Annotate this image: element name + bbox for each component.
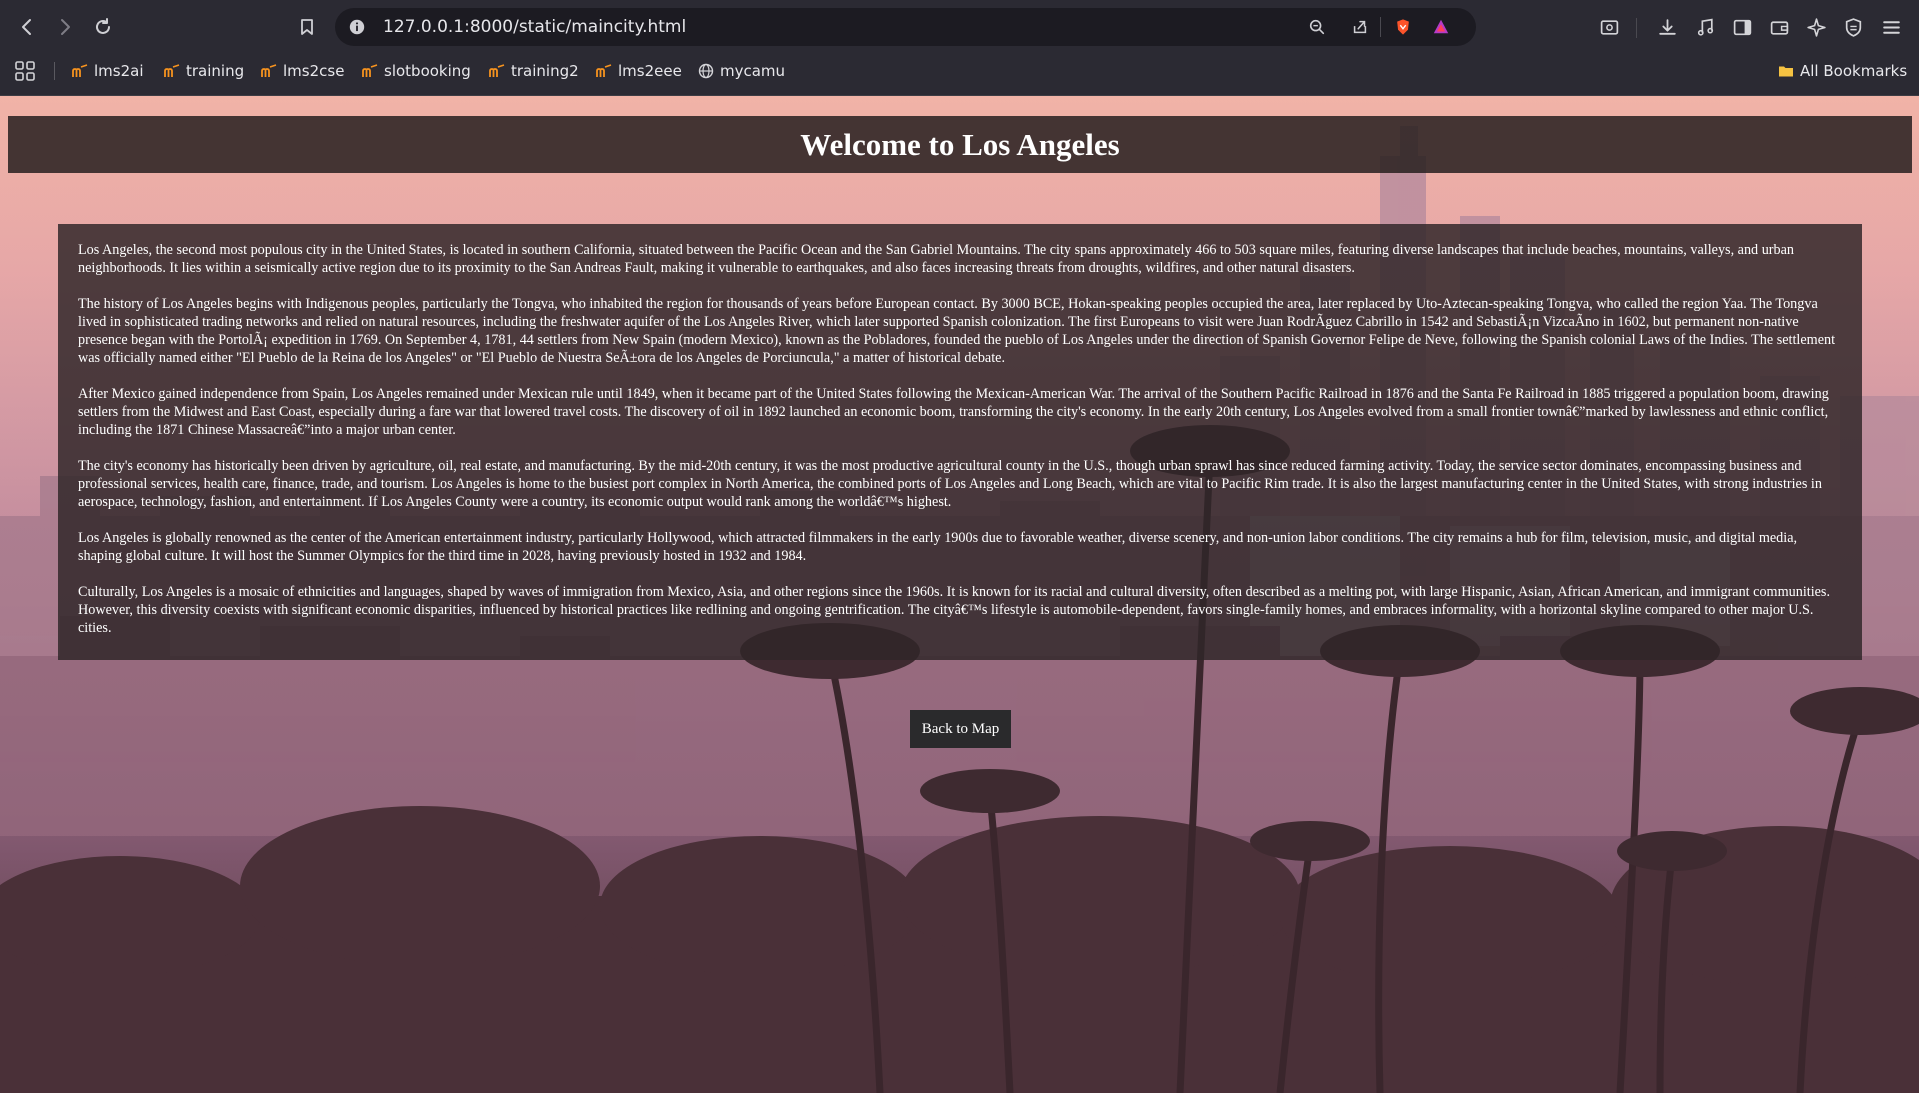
moodle-icon — [596, 63, 612, 79]
moodle-icon — [72, 63, 88, 79]
leo-ai-icon[interactable] — [1803, 14, 1829, 40]
sidebar-icon[interactable] — [1729, 14, 1755, 40]
download-icon[interactable] — [1654, 14, 1680, 40]
bookmark-label: training — [186, 62, 245, 80]
moodle-icon — [164, 63, 180, 79]
apps-grid-icon[interactable] — [14, 60, 36, 82]
bookmark-label: mycamu — [720, 62, 786, 80]
bookmark-icon[interactable] — [292, 12, 322, 42]
paragraph-history: The history of Los Angeles begins with I… — [78, 296, 1836, 366]
share-icon[interactable] — [1350, 17, 1370, 37]
bookmark-label: slotbooking — [384, 62, 471, 80]
folder-icon — [1778, 63, 1794, 79]
all-bookmarks-folder[interactable]: All Bookmarks — [1778, 58, 1907, 84]
back-arrow-icon[interactable] — [12, 12, 42, 42]
vpn-icon[interactable] — [1840, 14, 1866, 40]
moodle-icon — [261, 63, 277, 79]
bookmark-lms2eee[interactable]: lms2eee — [596, 58, 682, 84]
zoom-icon[interactable] — [1307, 17, 1327, 37]
bookmark-training2[interactable]: training2 — [489, 58, 579, 84]
wallet-icon[interactable] — [1766, 14, 1792, 40]
brave-rewards-icon[interactable] — [1431, 17, 1451, 37]
all-bookmarks-label: All Bookmarks — [1800, 62, 1908, 80]
bookmark-label: lms2eee — [618, 62, 682, 80]
paragraph-growth: After Mexico gained independence from Sp… — [78, 386, 1829, 438]
paragraph-entertainment: Los Angeles is globally renowned as the … — [78, 530, 1798, 564]
city-description-panel: Los Angeles, the second most populous ci… — [58, 224, 1862, 660]
bookmarks-divider — [54, 62, 55, 80]
bookmark-label: training2 — [511, 62, 579, 80]
address-bar[interactable]: 127.0.0.1:8000/static/maincity.html — [335, 8, 1476, 46]
bookmark-label: lms2ai — [94, 62, 144, 80]
back-to-map-button[interactable]: Back to Map — [910, 710, 1011, 748]
media-icon[interactable] — [1692, 14, 1718, 40]
globe-icon — [698, 63, 714, 79]
page-title: Welcome to Los Angeles — [800, 126, 1120, 162]
url-text: 127.0.0.1:8000/static/maincity.html — [383, 17, 687, 37]
toolbar-divider — [1636, 18, 1637, 38]
bookmark-slotbooking[interactable]: slotbooking — [362, 58, 471, 84]
reload-icon[interactable] — [88, 12, 118, 42]
bookmark-lms2cse[interactable]: lms2cse — [261, 58, 344, 84]
paragraph-culture: Culturally, Los Angeles is a mosaic of e… — [78, 584, 1831, 636]
bookmark-lms2ai[interactable]: lms2ai — [72, 58, 144, 84]
site-info-icon[interactable] — [347, 17, 367, 37]
moodle-icon — [362, 63, 378, 79]
bookmark-mycamu[interactable]: mycamu — [698, 58, 785, 84]
page-viewport: Welcome to Los Angeles Los Angeles, the … — [0, 96, 1919, 1093]
browser-toolbar: 127.0.0.1:8000/static/maincity.html — [0, 0, 1919, 54]
moodle-icon — [489, 63, 505, 79]
url-divider — [1380, 17, 1381, 37]
paragraph-geography: Los Angeles, the second most populous ci… — [78, 242, 1794, 276]
paragraph-economy: The city's economy has historically been… — [78, 458, 1822, 510]
forward-arrow-icon[interactable] — [50, 12, 80, 42]
menu-icon[interactable] — [1878, 14, 1904, 40]
bookmark-label: lms2cse — [283, 62, 345, 80]
screenshot-icon[interactable] — [1596, 14, 1622, 40]
bookmark-training[interactable]: training — [164, 58, 244, 84]
page-header: Welcome to Los Angeles — [8, 116, 1912, 173]
brave-shield-icon[interactable] — [1393, 17, 1413, 37]
